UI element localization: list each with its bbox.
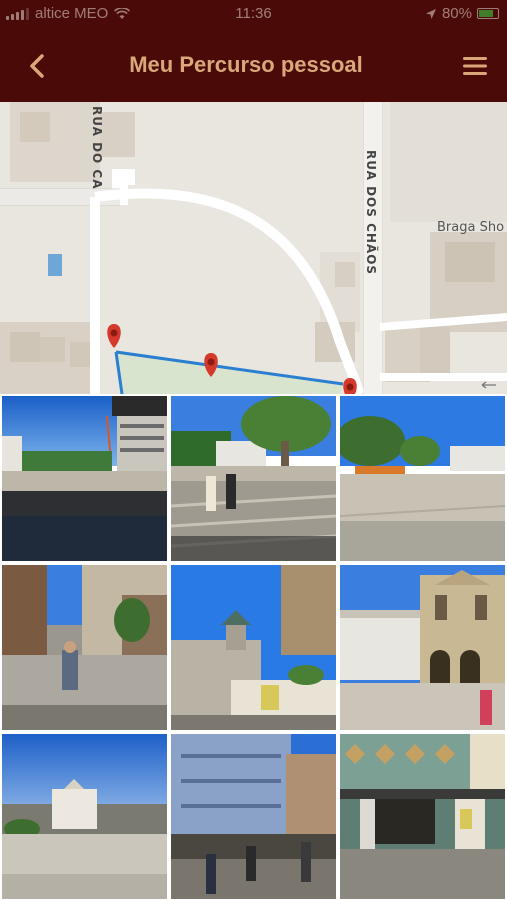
chevron-left-icon[interactable] (22, 50, 54, 82)
battery-icon (477, 8, 499, 19)
status-right: 80% (425, 5, 499, 22)
hamburger-menu-icon[interactable] (461, 52, 489, 80)
photo-9[interactable] (340, 734, 505, 899)
photo-5[interactable] (171, 565, 336, 730)
photo-6[interactable] (340, 565, 505, 730)
location-arrow-icon (425, 8, 436, 19)
page-title: Meu Percurso pessoal (129, 52, 363, 77)
app-header: Meu Percurso pessoal (0, 30, 507, 102)
battery-percent: 80% (441, 5, 472, 22)
map-marker[interactable] (343, 378, 357, 394)
photo-3[interactable] (340, 396, 505, 561)
status-bar: altice MEO 11:36 80% (0, 0, 507, 30)
route-map[interactable]: RUA DO CA RUA DOS CHÃOS Braga Sho (0, 102, 507, 394)
street-label: RUA DOS CHÃOS (364, 150, 378, 276)
battery-level (479, 10, 494, 17)
photo-7[interactable] (2, 734, 167, 899)
photo-4[interactable] (2, 565, 167, 730)
photo-2[interactable] (171, 396, 336, 561)
photo-grid (0, 394, 507, 900)
photo-1[interactable] (2, 396, 167, 561)
poi-label: Braga Sho (437, 220, 505, 235)
map-canvas (0, 102, 507, 394)
photo-8[interactable] (171, 734, 336, 899)
street-label: RUA DO CA (90, 106, 104, 190)
